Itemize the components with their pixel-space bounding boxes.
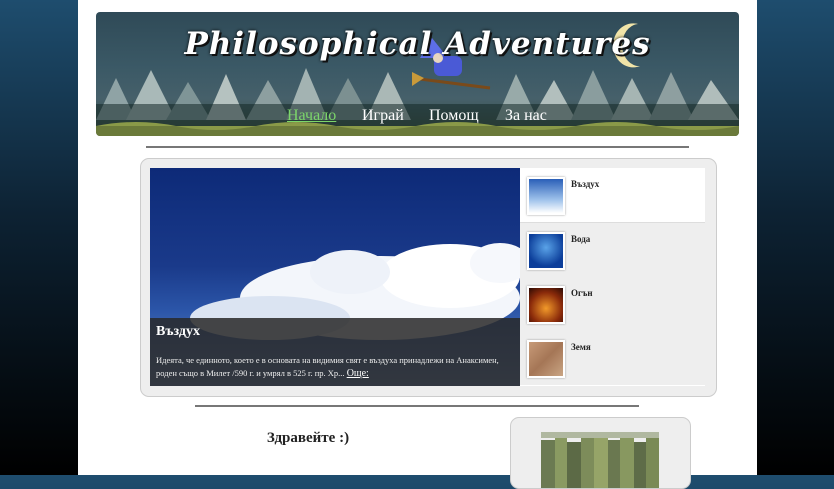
books-illustration: [541, 432, 659, 488]
divider: [195, 405, 639, 407]
fire-thumbnail: [527, 286, 565, 324]
more-link[interactable]: Още:: [347, 368, 369, 379]
header-banner: Philosophical Adventures Начало Играй По…: [96, 12, 739, 136]
grass-decoration: [96, 122, 739, 136]
greeting-heading: Здравейте :): [266, 430, 350, 446]
slide-image[interactable]: Въздух Идеята, че единното, което е в ос…: [150, 168, 520, 386]
thumb-label: Въздух: [571, 179, 600, 189]
thumb-item-earth[interactable]: Земя: [520, 331, 705, 385]
thumb-label: Огън: [571, 288, 593, 298]
thumb-item-air[interactable]: Въздух: [520, 168, 705, 223]
books-image-box: [510, 417, 691, 489]
divider: [146, 146, 689, 148]
thumbnail-list: Въздух Вода Огън Земя: [520, 168, 705, 386]
water-thumbnail: [527, 232, 565, 270]
page-container: Philosophical Adventures Начало Играй По…: [78, 0, 757, 489]
thumb-item-fire[interactable]: Огън: [520, 277, 705, 332]
air-thumbnail: [527, 177, 565, 215]
earth-thumbnail: [527, 340, 565, 378]
caption-text: Идеята, че единното, което е в основата …: [156, 354, 506, 380]
thumb-label: Вода: [571, 234, 591, 244]
feature-slider: Въздух Идеята, че единното, което е в ос…: [140, 158, 717, 397]
thumb-item-water[interactable]: Вода: [520, 223, 705, 278]
slide-caption: Въздух Идеята, че единното, което е в ос…: [150, 318, 520, 386]
caption-body: Идеята, че единното, което е в основата …: [156, 355, 499, 378]
caption-title: Въздух: [156, 324, 200, 339]
thumb-label: Земя: [571, 342, 591, 352]
site-title: Philosophical Adventures: [184, 26, 651, 62]
